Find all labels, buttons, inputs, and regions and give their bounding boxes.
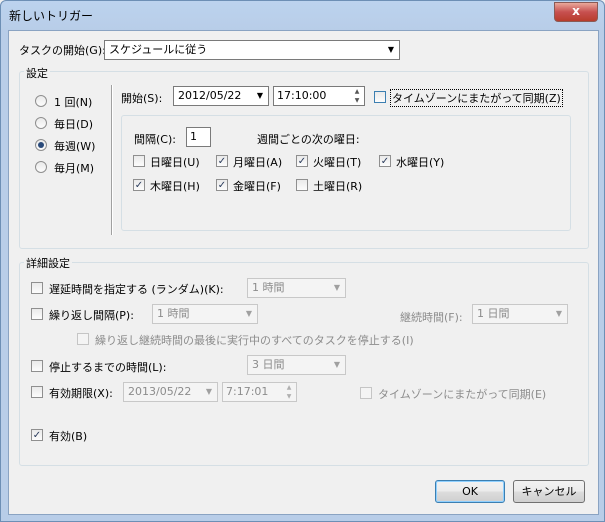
tuesday-label: 火曜日(T)	[313, 156, 362, 169]
saturday-label: 土曜日(R)	[313, 180, 363, 193]
wednesday-checkbox[interactable]: ✓	[379, 155, 391, 167]
delay-checkbox[interactable]	[31, 282, 43, 294]
spin-up-icon[interactable]: ▲	[282, 383, 296, 392]
interval-value: 1	[190, 130, 197, 143]
spin-down-icon[interactable]: ▼	[350, 96, 364, 105]
spin-up-icon[interactable]: ▲	[350, 87, 364, 96]
chevron-down-icon: ▼	[333, 360, 341, 369]
spin-down-icon[interactable]: ▼	[282, 392, 296, 401]
repeat-label: 繰り返し間隔(P):	[49, 309, 134, 322]
calendar-dropdown-icon: ▼	[205, 387, 213, 396]
advanced-group-title: 詳細設定	[24, 255, 72, 271]
wednesday-label: 水曜日(Y)	[396, 156, 445, 169]
start-label: 開始(S):	[121, 92, 163, 105]
expire-sync-label: タイムゾーンにまたがって同期(E)	[378, 388, 547, 401]
enabled-checkbox[interactable]: ✓	[31, 429, 43, 441]
chevron-down-icon: ▼	[245, 309, 253, 318]
expire-sync-checkbox[interactable]	[360, 387, 372, 399]
close-icon: x	[572, 4, 580, 18]
start-task-value: スケジュールに従う	[109, 43, 208, 56]
sunday-checkbox[interactable]	[133, 155, 145, 167]
check-icon: ✓	[380, 156, 390, 167]
expire-checkbox[interactable]	[31, 386, 43, 398]
time-spinner[interactable]: ▲ ▼	[282, 383, 296, 401]
repeat-select[interactable]: 1 時間 ▼	[152, 304, 258, 324]
tuesday-checkbox[interactable]: ✓	[296, 155, 308, 167]
check-icon: ✓	[134, 180, 144, 191]
chevron-down-icon: ▼	[555, 309, 563, 318]
enabled-label: 有効(B)	[49, 430, 88, 443]
stop-after-checkbox[interactable]	[31, 360, 43, 372]
title-bar: 新しいトリガー x	[1, 1, 604, 31]
thursday-checkbox[interactable]: ✓	[133, 179, 145, 191]
expire-time-input[interactable]: 7:17:01 ▲ ▼	[222, 382, 297, 402]
sync-timezone-label: タイムゾーンにまたがって同期(Z)	[390, 89, 563, 107]
saturday-checkbox[interactable]	[296, 179, 308, 191]
start-time-input[interactable]: 17:10:00 ▲ ▼	[273, 86, 365, 106]
repeat-value: 1 時間	[157, 307, 190, 320]
radio-daily[interactable]	[35, 117, 47, 129]
start-date-picker[interactable]: 2012/05/22 ▼	[173, 86, 269, 106]
delay-label: 遅延時間を指定する (ランダム)(K):	[49, 283, 224, 296]
weekday-heading: 週間ごとの次の曜日:	[257, 133, 360, 146]
delay-select[interactable]: 1 時間 ▼	[247, 278, 346, 298]
radio-weekly-label: 毎週(W)	[54, 140, 96, 153]
radio-weekly[interactable]	[35, 139, 47, 151]
start-task-select[interactable]: スケジュールに従う ▼	[104, 40, 400, 60]
expire-date-value: 2013/05/22	[128, 385, 192, 398]
radio-monthly-label: 毎月(M)	[54, 162, 95, 175]
sunday-label: 日曜日(U)	[150, 156, 200, 169]
interval-input[interactable]: 1	[186, 127, 211, 147]
check-icon: ✓	[297, 156, 307, 167]
expire-date-picker[interactable]: 2013/05/22 ▼	[123, 382, 218, 402]
delay-value: 1 時間	[252, 281, 285, 294]
radio-once[interactable]	[35, 95, 47, 107]
repeat-checkbox[interactable]	[31, 308, 43, 320]
dialog-body: タスクの開始(G): スケジュールに従う ▼ 設定 1 回(N) 毎日(D) 毎…	[8, 30, 599, 515]
duration-value: 1 日間	[477, 307, 510, 320]
check-icon: ✓	[217, 180, 227, 191]
friday-checkbox[interactable]: ✓	[216, 179, 228, 191]
start-date-value: 2012/05/22	[178, 89, 242, 102]
friday-label: 金曜日(F)	[233, 180, 281, 193]
stop-after-value: 3 日間	[252, 358, 285, 371]
close-button[interactable]: x	[554, 2, 598, 22]
radio-monthly[interactable]	[35, 161, 47, 173]
duration-label: 継続時間(F):	[400, 311, 463, 324]
start-time-value: 17:10:00	[277, 89, 327, 102]
window-title: 新しいトリガー	[9, 9, 94, 23]
expire-time-value: 7:17:01	[226, 385, 269, 398]
chevron-down-icon: ▼	[387, 45, 395, 54]
ok-button[interactable]: OK	[435, 480, 505, 503]
thursday-label: 木曜日(H)	[150, 180, 200, 193]
monday-label: 月曜日(A)	[233, 156, 283, 169]
chevron-down-icon: ▼	[333, 283, 341, 292]
stop-after-select[interactable]: 3 日間 ▼	[247, 355, 346, 375]
check-icon: ✓	[217, 156, 227, 167]
sync-timezone-checkbox[interactable]	[374, 91, 386, 103]
radio-once-label: 1 回(N)	[54, 96, 93, 109]
dialog-window: 新しいトリガー x タスクの開始(G): スケジュールに従う ▼ 設定 1 回(…	[0, 0, 605, 522]
monday-checkbox[interactable]: ✓	[216, 155, 228, 167]
cancel-button[interactable]: キャンセル	[513, 480, 585, 503]
settings-divider	[111, 85, 113, 235]
duration-select[interactable]: 1 日間 ▼	[472, 304, 568, 324]
interval-label: 間隔(C):	[134, 133, 176, 146]
calendar-dropdown-icon: ▼	[256, 91, 264, 100]
check-icon: ✓	[32, 430, 42, 441]
stop-running-checkbox[interactable]	[77, 333, 89, 345]
settings-group-title: 設定	[24, 65, 50, 81]
start-task-label: タスクの開始(G):	[19, 44, 106, 57]
radio-daily-label: 毎日(D)	[54, 118, 94, 131]
stop-after-label: 停止するまでの時間(L):	[49, 361, 167, 374]
expire-label: 有効期限(X):	[49, 387, 113, 400]
time-spinner[interactable]: ▲ ▼	[350, 87, 364, 105]
stop-running-label: 繰り返し継続時間の最後に実行中のすべてのタスクを停止する(I)	[95, 334, 414, 347]
